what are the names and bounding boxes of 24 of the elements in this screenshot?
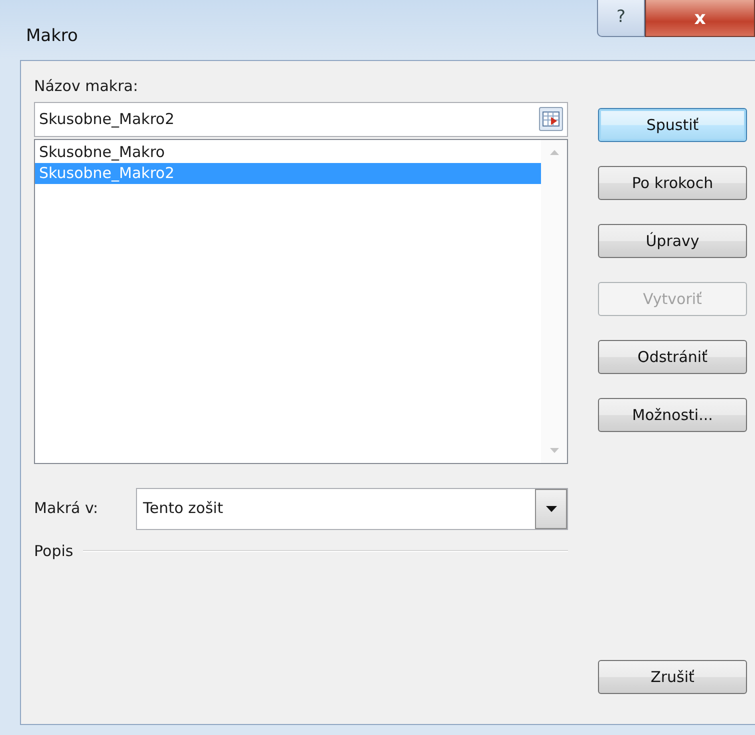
scroll-down-icon[interactable] bbox=[550, 448, 558, 452]
field-label: Makrá v: bbox=[34, 498, 100, 520]
field-label: Názov makra: bbox=[34, 76, 140, 97]
dropdown-value: Tento zošit bbox=[143, 498, 224, 520]
grid-arrow-icon bbox=[542, 111, 560, 127]
dialog-button[interactable]: Po krokoch bbox=[598, 166, 747, 200]
collapse-dialog-button[interactable] bbox=[539, 107, 563, 131]
dialog-button[interactable]: Úpravy bbox=[598, 224, 747, 258]
scrollbar[interactable] bbox=[541, 140, 567, 462]
field-value: Skusobne_Makro2 bbox=[39, 108, 174, 130]
help-button[interactable]: ? bbox=[597, 0, 645, 37]
macro-name-field[interactable]: Skusobne_Makro2 bbox=[34, 102, 568, 136]
dialog-button[interactable]: Spustiť bbox=[598, 108, 747, 142]
close-button[interactable]: x bbox=[645, 0, 755, 37]
cancel-button[interactable]: Zrušiť bbox=[598, 660, 747, 694]
dropdown-button[interactable] bbox=[535, 488, 567, 528]
macros-in-dropdown[interactable]: Tento zošit bbox=[136, 488, 568, 530]
window-title: Makro bbox=[26, 25, 78, 48]
dialog-button[interactable]: Odstrániť bbox=[598, 340, 747, 374]
dialog-button[interactable]: Možnosti... bbox=[598, 398, 747, 432]
scroll-up-icon[interactable] bbox=[550, 150, 558, 154]
caret-icon bbox=[546, 506, 556, 512]
section-label: Popis bbox=[34, 540, 74, 562]
list-item[interactable]: Skusobne_Makro bbox=[35, 142, 541, 162]
